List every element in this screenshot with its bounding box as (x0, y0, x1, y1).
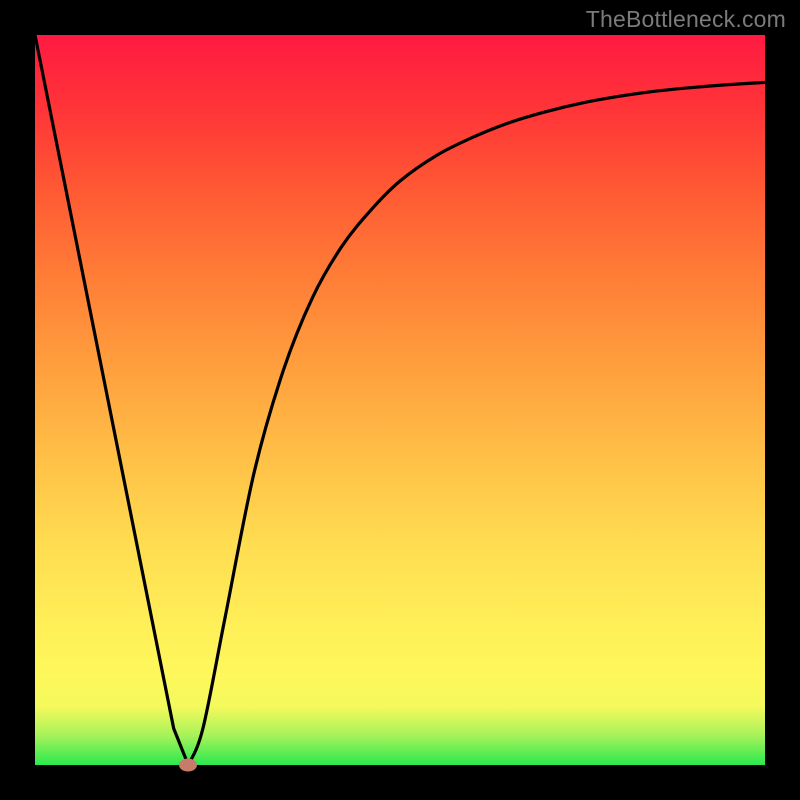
curve-svg (35, 35, 765, 765)
chart-frame: TheBottleneck.com (0, 0, 800, 800)
bottleneck-curve (35, 35, 765, 765)
watermark-text: TheBottleneck.com (586, 6, 786, 33)
optimum-marker (179, 759, 197, 772)
plot-area (35, 35, 765, 765)
